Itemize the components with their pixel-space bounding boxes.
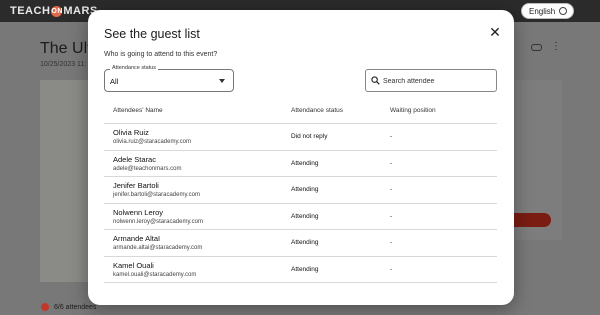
link-icon[interactable] <box>531 44 542 51</box>
attendance-status: Attending <box>291 265 319 273</box>
language-label: English <box>529 7 556 16</box>
waiting-position: - <box>390 159 393 167</box>
attendance-status-value: All <box>110 77 119 86</box>
attendee-email: kamel.ouali@staracademy.com <box>113 271 197 278</box>
register-button[interactable] <box>513 213 551 227</box>
waiting-position: - <box>390 239 393 246</box>
globe-icon <box>559 7 567 15</box>
search-input[interactable] <box>383 74 491 88</box>
attendee-email: adele@teachonmars.com <box>113 165 182 172</box>
table-row: Jenifer Bartoli jenifer.bartoli@staracad… <box>104 177 497 204</box>
attendee-name: Armande Altaï <box>113 234 161 243</box>
guest-list-dialog: See the guest list ✕ Who is going to att… <box>88 10 514 305</box>
column-header-name: Attendees' Name <box>113 107 163 114</box>
attendee-name: Kamel Ouali <box>113 260 154 270</box>
attendee-name: Adele Starac <box>113 154 156 164</box>
chevron-down-icon <box>219 79 225 83</box>
waiting-position: - <box>390 133 393 140</box>
table-row: Adele Starac adele@teachonmars.com Atten… <box>104 151 497 177</box>
more-vert-icon[interactable]: ⋮ <box>551 42 561 52</box>
attendance-status-select[interactable]: Attendance status All <box>104 65 234 92</box>
attendee-name: Jenifer Bartoli <box>113 181 159 190</box>
table-row: Armande Altaï armande.altai@staracademy.… <box>104 230 497 257</box>
attendance-status: Attending <box>291 212 319 220</box>
attendance-status: Attending <box>291 239 319 246</box>
brand-logo[interactable]: TEACHONMARS <box>10 5 98 17</box>
table-row: Nolwenn Leroy nolwenn.leroy@staracademy.… <box>104 204 497 230</box>
attendance-status: Attending <box>291 159 319 167</box>
waiting-position: - <box>390 265 393 273</box>
attendee-email: armande.altai@staracademy.com <box>113 245 203 251</box>
language-button[interactable]: English <box>521 3 574 19</box>
search-icon <box>371 76 380 85</box>
page-title: The Ulti <box>40 40 96 57</box>
attendee-email: olivia.ruiz@staracademy.com <box>113 139 192 145</box>
attendee-name: Nolwenn Leroy <box>113 207 164 217</box>
brand-on-badge: ON <box>51 6 63 17</box>
close-icon: ✕ <box>489 24 501 40</box>
event-date: 10/25/2023 11: <box>40 61 87 68</box>
table-row: Olivia Ruiz olivia.ruiz@staracademy.com … <box>104 124 497 151</box>
waiting-position: - <box>390 212 393 220</box>
attendee-name: Olivia Ruiz <box>113 128 149 137</box>
attendee-email: jenifer.bartoli@staracademy.com <box>113 192 201 198</box>
close-button[interactable]: ✕ <box>488 25 502 39</box>
event-image <box>40 80 88 282</box>
dialog-subtitle: Who is going to attend to this event? <box>104 51 218 58</box>
dialog-title: See the guest list <box>104 27 200 41</box>
table-row: Kamel Ouali kamel.ouali@staracademy.com … <box>104 257 497 283</box>
attendance-status: Attending <box>291 186 319 193</box>
attendees-icon <box>41 303 49 311</box>
attendance-status: Did not reply <box>291 133 328 140</box>
column-header-waiting: Waiting position <box>390 107 436 114</box>
guest-table: Attendees' Name Attendance status Waitin… <box>104 100 497 283</box>
brand-text-left: TEACH <box>10 5 51 17</box>
attendance-status-label: Attendance status <box>110 65 159 71</box>
waiting-position: - <box>390 186 393 193</box>
search-field[interactable] <box>365 69 497 92</box>
attendees-count[interactable]: 6/6 attendees <box>54 304 96 311</box>
column-header-status: Attendance status <box>291 107 344 114</box>
attendee-email: nolwenn.leroy@staracademy.com <box>113 218 204 225</box>
table-header: Attendees' Name Attendance status Waitin… <box>104 100 497 124</box>
